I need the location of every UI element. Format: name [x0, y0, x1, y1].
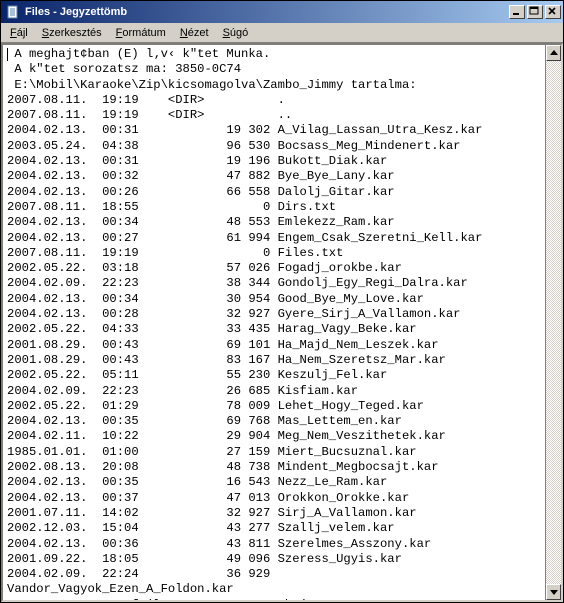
minimize-button[interactable] — [509, 5, 525, 19]
menu-format[interactable]: Formátum — [109, 25, 173, 41]
menu-edit[interactable]: Szerkesztés — [35, 25, 109, 41]
text-content[interactable]: A meghajt¢ban (E) l‚v‹ k"tet Munka. A k"… — [3, 45, 545, 600]
app-icon — [5, 4, 21, 20]
scroll-down-button[interactable] — [546, 584, 561, 600]
menu-help[interactable]: Súgó — [216, 25, 256, 41]
client-area: A meghajt¢ban (E) l‚v‹ k"tet Munka. A k"… — [1, 43, 563, 602]
scroll-up-button[interactable] — [546, 45, 561, 61]
vertical-scrollbar[interactable] — [545, 45, 561, 600]
window-buttons — [509, 5, 561, 19]
scroll-track[interactable] — [546, 61, 561, 584]
maximize-button[interactable] — [527, 5, 543, 19]
window-title: Files - Jegyzettömb — [25, 6, 509, 18]
menu-bar: Fájl Szerkesztés Formátum Nézet Súgó — [1, 23, 563, 43]
menu-view[interactable]: Nézet — [173, 25, 216, 41]
menu-file[interactable]: Fájl — [3, 25, 35, 41]
app-window: Files - Jegyzettömb Fájl Szerkesztés For… — [0, 0, 564, 603]
close-button[interactable] — [545, 5, 561, 19]
title-bar[interactable]: Files - Jegyzettömb — [1, 1, 563, 23]
